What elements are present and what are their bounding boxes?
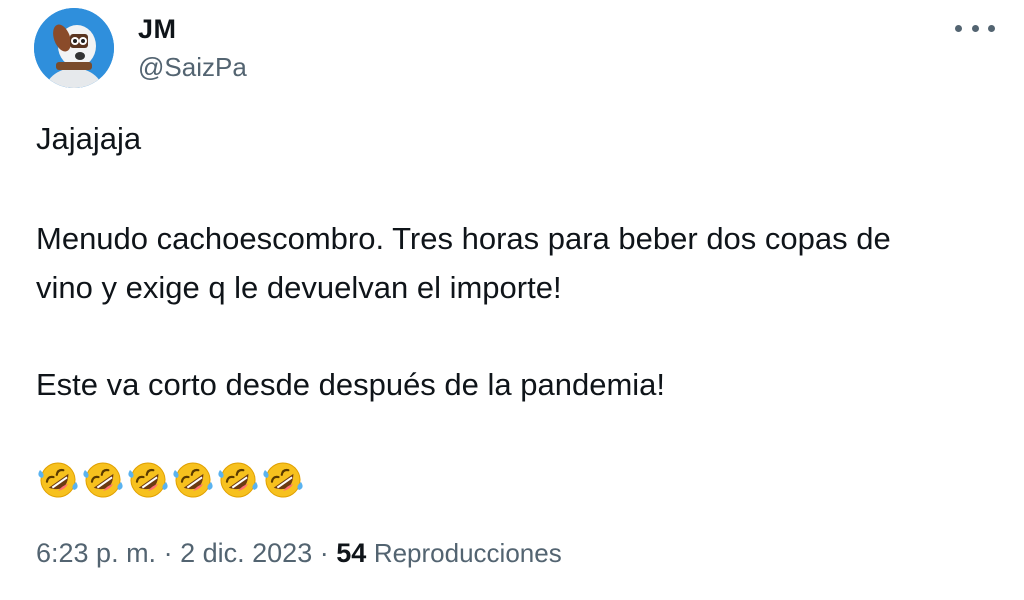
- rolling-on-floor-laughing-icon: [263, 462, 303, 498]
- tweet-text-line: Menudo cachoescombro. Tres horas para be…: [36, 221, 891, 256]
- tweet-text-line: Jajajaja: [36, 121, 142, 156]
- dot: [955, 24, 962, 32]
- rolling-on-floor-laughing-icon: [83, 462, 123, 498]
- rolling-on-floor-laughing-icon: [38, 462, 78, 498]
- tweet-text-line: vino y exige q le devuelvan el importe!: [36, 270, 562, 305]
- more-options-icon[interactable]: [955, 18, 995, 38]
- separator: ·: [163, 538, 173, 568]
- rolling-on-floor-laughing-icon: [173, 462, 213, 498]
- tweet-time[interactable]: 6:23 p. m.: [36, 538, 156, 568]
- rolling-on-floor-laughing-icon: [128, 462, 168, 498]
- dot: [971, 24, 979, 32]
- tweet-text-line: Este va corto desde después de la pandem…: [36, 367, 666, 402]
- views-label[interactable]: Reproducciones: [374, 538, 562, 568]
- emoji-row: [36, 458, 305, 502]
- avatar-dog-icon: [34, 8, 114, 88]
- author-display-name[interactable]: JM: [138, 14, 177, 45]
- rolling-on-floor-laughing-icon: [218, 462, 258, 498]
- avatar[interactable]: [34, 8, 114, 88]
- tweet-meta: 6:23 p. m. · 2 dic. 2023 · 54 Reproducci…: [36, 538, 562, 569]
- author-handle[interactable]: @SaizPa: [138, 52, 247, 83]
- tweet-date[interactable]: 2 dic. 2023: [180, 538, 312, 568]
- separator: ·: [319, 538, 329, 568]
- views-count[interactable]: 54: [336, 538, 366, 568]
- tweet-card: JM @SaizPa Jajajaja Menudo cachoescombro…: [0, 0, 1024, 600]
- dot: [988, 24, 995, 32]
